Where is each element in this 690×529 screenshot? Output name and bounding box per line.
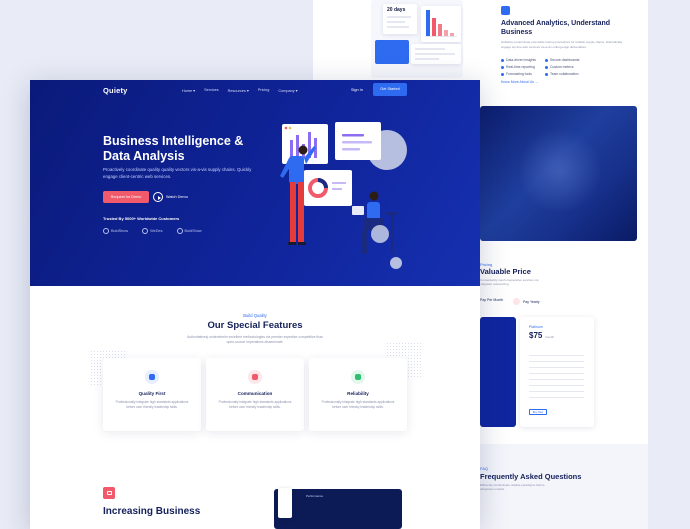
hero-illustration xyxy=(280,122,407,269)
know-more-link[interactable]: Know More About Us → xyxy=(501,80,538,84)
check-icon xyxy=(545,65,548,69)
check-item: Real-time reporting xyxy=(501,65,535,69)
pricing-title: Valuable Price xyxy=(480,267,531,276)
nav-item-company[interactable]: Company ▾ xyxy=(278,88,297,93)
feature-card-title: Communication xyxy=(237,391,273,396)
toggle-monthly[interactable]: Pay Per Month xyxy=(480,298,503,302)
pricing-description: Conveniently mesh cooperative services v… xyxy=(480,278,539,286)
brand-icon xyxy=(142,228,149,234)
buy-now-button[interactable]: Buy Now xyxy=(529,409,547,415)
check-icon xyxy=(501,65,504,69)
brand-logos: BoldShow WeDes BoldShow xyxy=(103,228,202,234)
shield-icon xyxy=(145,370,159,384)
site-logo[interactable]: Quiety xyxy=(103,86,128,95)
plan-period: /month xyxy=(545,335,555,339)
check-item: Forecasting tools xyxy=(501,72,532,76)
faq-description: Efficiently productivate reliable paradi… xyxy=(480,483,545,491)
check-icon xyxy=(545,58,548,62)
check-icon xyxy=(501,72,504,76)
analytics-mockup: 20 days xyxy=(371,0,463,78)
faq-title: Frequently Asked Questions xyxy=(480,472,582,481)
trusted-text: Trusted By 5000+ Worldwide Customers xyxy=(103,216,180,221)
features-title: Our Special Features xyxy=(207,320,303,331)
main-nav: Home ▾ Services Resources ▾ Pricing Comp… xyxy=(182,88,298,93)
check-item: Custom metrics xyxy=(545,65,574,69)
hero-section: Quiety Home ▾ Services Resources ▾ Prici… xyxy=(30,80,480,286)
nav-item-home[interactable]: Home ▾ xyxy=(182,88,195,93)
grid-icon xyxy=(351,370,365,384)
brand-logo: BoldShow xyxy=(176,228,202,234)
features-eyebrow: Build Quality xyxy=(243,313,267,318)
feature-card: Quality First Professionally integrate h… xyxy=(103,358,201,431)
feature-card: Communication Professionally integrate h… xyxy=(206,358,304,431)
nav-item-services[interactable]: Services xyxy=(204,88,219,93)
plan-feature xyxy=(529,379,584,381)
check-item: Team collaboration xyxy=(545,72,578,76)
plan-name: Platinum xyxy=(529,325,543,329)
feature-card-title: Reliability xyxy=(347,391,369,396)
plan-feature xyxy=(529,373,584,375)
landing-page: Quiety Home ▾ Services Resources ▾ Prici… xyxy=(30,80,480,529)
plan-feature xyxy=(529,355,584,357)
request-demo-button[interactable]: Request for Demo xyxy=(103,191,149,203)
nav-item-resources[interactable]: Resources ▾ xyxy=(228,88,249,93)
mock-bar-chart xyxy=(421,6,461,42)
brand-icon xyxy=(103,228,109,234)
feature-card-text: Professionally integrate high standards … xyxy=(115,400,189,409)
brand-logo: WeDes xyxy=(142,228,163,234)
get-started-button[interactable]: Get Started xyxy=(373,83,407,96)
business-title: Increasing Business xyxy=(103,506,201,517)
mock-days-label: 20 days xyxy=(387,7,406,13)
hero-title: Business Intelligence & Data Analysis xyxy=(103,134,244,163)
performance-label: Performance xyxy=(306,494,324,498)
check-icon xyxy=(501,58,504,62)
plan-feature xyxy=(529,397,584,399)
plan-feature xyxy=(529,361,584,363)
plan-price: $75 xyxy=(529,331,543,340)
toggle-icon xyxy=(513,298,520,305)
plan-feature xyxy=(529,385,584,387)
plan-card-featured xyxy=(480,317,516,427)
feature-card: Reliability Professionally integrate hig… xyxy=(309,358,407,431)
watch-demo-button[interactable]: Watch Demo xyxy=(153,192,188,202)
mock-blue-panel xyxy=(375,40,409,64)
check-icon xyxy=(545,72,548,76)
brand-logo: BoldShow xyxy=(103,228,128,234)
check-item: Data-driven insights xyxy=(501,58,536,62)
mock-stat-card: 20 days xyxy=(383,4,417,34)
feature-card-title: Quality First xyxy=(138,391,166,396)
nav-item-pricing[interactable]: Pricing xyxy=(258,88,270,93)
feature-card-text: Professionally integrate high standards … xyxy=(218,400,292,409)
check-item: Secure dashboards xyxy=(545,58,579,62)
plan-card: Platinum $75 /month Buy Now xyxy=(520,317,594,427)
business-badge-icon xyxy=(103,487,115,499)
play-icon xyxy=(153,192,163,202)
features-subtitle: Authoritatively underwhelm excellent met… xyxy=(186,335,324,344)
mini-card xyxy=(278,488,292,518)
feature-card-text: Professionally integrate high standards … xyxy=(321,400,395,409)
sign-in-link[interactable]: Sign In xyxy=(351,88,363,92)
analytics-title: Advanced Analytics, Understand Business xyxy=(501,20,611,36)
performance-mockup: Performance xyxy=(274,489,402,529)
plan-feature xyxy=(529,367,584,369)
brand-icon xyxy=(176,228,183,234)
toggle-yearly[interactable]: Pay Yearly xyxy=(513,298,540,305)
chat-icon xyxy=(248,370,262,384)
mock-list-card xyxy=(411,44,461,64)
analytics-badge-icon xyxy=(501,6,510,15)
faq-eyebrow: FAQ xyxy=(480,466,489,471)
analytics-description: Holisticly predominate extensible testin… xyxy=(501,40,623,49)
plan-feature xyxy=(529,391,584,393)
team-photo xyxy=(480,106,637,241)
hero-description: Proactively coordinate quality quality v… xyxy=(103,167,252,179)
